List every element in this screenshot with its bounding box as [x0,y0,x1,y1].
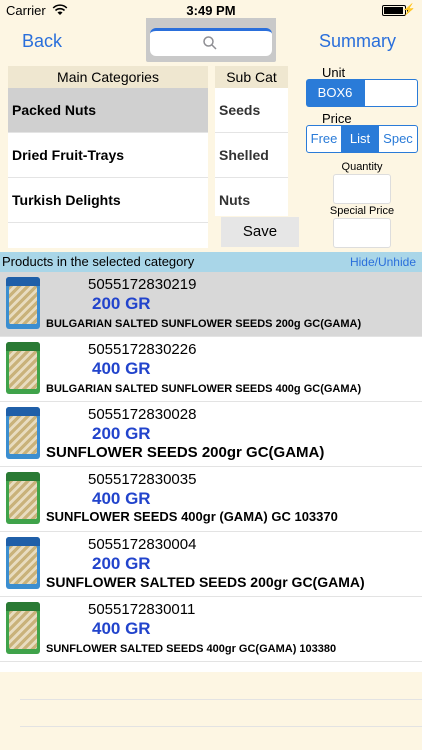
unit-option-empty[interactable] [364,79,418,107]
search-input[interactable] [150,28,272,56]
product-size: 200 GR [92,294,151,313]
products-title: Products in the selected category [2,254,195,269]
product-barcode: 5055172830226 [88,341,197,358]
product-row-partial[interactable] [0,662,422,672]
divider [20,726,422,727]
product-row[interactable]: 5055172830219 200 GR BULGARIAN SALTED SU… [0,272,422,337]
main-category-dried-fruit-trays[interactable]: Dried Fruit-Trays [8,133,208,178]
main-categories-list[interactable]: Packed Nuts Dried Fruit-Trays Turkish De… [8,88,208,248]
product-barcode: 5055172830219 [88,276,197,293]
charging-bolt-icon: ⚡ [402,4,416,16]
filter-panel: Main Categories Packed Nuts Dried Fruit-… [0,64,422,252]
quantity-label: Quantity [341,161,383,173]
product-thumbnail [6,277,40,329]
price-option-list[interactable]: List [342,125,378,153]
unit-option-box6[interactable]: BOX6 [306,79,364,107]
product-row[interactable]: 5055172830011 400 GR SUNFLOWER SALTED SE… [0,597,422,662]
product-size: 200 GR [92,554,151,573]
product-row[interactable]: 5055172830035 400 GR SUNFLOWER SEEDS 400… [0,467,422,532]
product-row[interactable]: 5055172830226 400 GR BULGARIAN SALTED SU… [0,337,422,402]
sub-category-header: Sub Cat [215,66,288,88]
product-size: 400 GR [92,489,151,508]
product-name: SUNFLOWER SEEDS 400gr (GAMA) GC 103370 [46,509,338,524]
product-barcode: 5055172830011 [88,601,196,618]
product-name: SUNFLOWER SALTED SEEDS 400gr GC(GAMA) 10… [46,643,337,655]
nav-bar: Back Summary [0,18,422,64]
product-row[interactable]: 5055172830004 200 GR SUNFLOWER SALTED SE… [0,532,422,597]
product-size: 400 GR [92,359,151,378]
product-size: 400 GR [92,619,151,638]
special-price-label: Special Price [329,205,395,217]
product-barcode: 5055172830035 [88,471,197,488]
main-category-turkish-delights[interactable]: Turkish Delights [8,178,208,223]
search-bar [146,18,276,62]
product-name: SUNFLOWER SALTED SEEDS 200gr GC(GAMA) [46,574,365,590]
product-name: BULGARIAN SALTED SUNFLOWER SEEDS 400g GC… [46,383,362,395]
list-footer [0,672,422,750]
save-button[interactable]: Save [221,217,299,247]
unit-label: Unit [322,65,346,80]
main-categories-header: Main Categories [8,66,208,88]
status-time: 3:49 PM [186,3,236,18]
product-row[interactable]: 5055172830028 200 GR SUNFLOWER SEEDS 200… [0,402,422,467]
price-option-free[interactable]: Free [306,125,342,153]
product-thumbnail [6,472,40,524]
main-category-packed-nuts[interactable]: Packed Nuts [8,88,208,133]
search-icon [203,36,217,50]
divider [20,699,422,700]
price-option-spec[interactable]: Spec [378,125,418,153]
product-thumbnail [6,342,40,394]
sub-category-list[interactable]: Seeds Shelled Nuts [215,88,288,216]
special-price-input[interactable] [333,218,391,248]
summary-button[interactable]: Summary [319,31,396,52]
product-name: SUNFLOWER SEEDS 200gr GC(GAMA) [46,444,325,461]
products-header: Products in the selected category Hide/U… [0,252,422,272]
sub-category-nuts[interactable]: Nuts [215,178,288,216]
sub-category-seeds[interactable]: Seeds [215,88,288,133]
quantity-input[interactable] [333,174,391,204]
product-thumbnail [6,537,40,589]
product-thumbnail [6,602,40,654]
product-barcode: 5055172830028 [88,406,197,423]
product-barcode: 5055172830004 [88,536,197,553]
product-size: 200 GR [92,424,151,443]
product-name: BULGARIAN SALTED SUNFLOWER SEEDS 200g GC… [46,318,362,330]
product-thumbnail [6,407,40,459]
price-label: Price [322,111,352,126]
back-button[interactable]: Back [22,31,62,52]
sub-category-shelled[interactable]: Shelled [215,133,288,178]
hide-unhide-button[interactable]: Hide/Unhide [350,255,416,269]
product-list[interactable]: 5055172830219 200 GR BULGARIAN SALTED SU… [0,272,422,672]
